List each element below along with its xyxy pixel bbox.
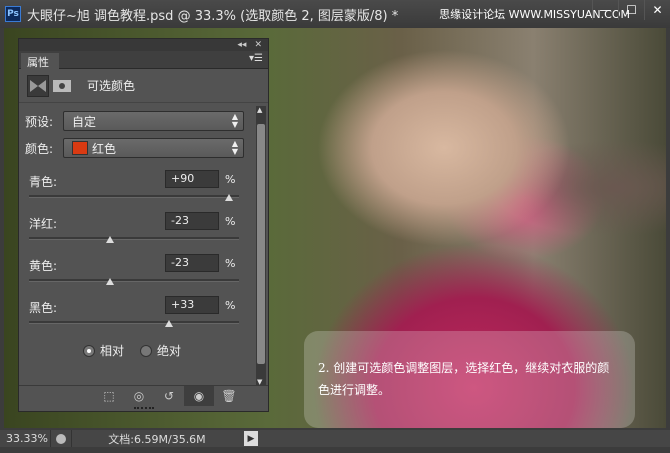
color-label: 颜色: — [25, 141, 54, 156]
absolute-radio[interactable]: 绝对 — [140, 342, 181, 359]
slider-track[interactable] — [29, 195, 239, 198]
minimize-button[interactable]: — — [592, 0, 618, 20]
adjustment-icon[interactable] — [27, 74, 49, 97]
collapse-panel-button[interactable]: ◂◂ — [237, 40, 246, 50]
select-arrows-icon: ▲ ▼ — [231, 139, 238, 156]
resize-grip[interactable] — [134, 407, 154, 410]
percent-label: % — [225, 257, 236, 270]
zoom-level[interactable]: 33.33% — [0, 432, 50, 445]
slider-value-input[interactable]: -23 — [165, 212, 219, 230]
maximize-button[interactable]: ☐ — [618, 0, 644, 20]
percent-label: % — [225, 173, 236, 186]
slider-label: 黑色: — [29, 301, 58, 315]
preset-select[interactable]: 自定 ▲ ▼ — [63, 111, 244, 131]
tab-properties[interactable]: 属性 — [21, 53, 59, 70]
relative-radio[interactable]: 相对 — [83, 342, 124, 359]
adjustment-title: 可选颜色 — [87, 79, 136, 93]
document-title: 大眼仔~旭 调色教程.psd @ 33.3% (选取颜色 2, 图层蒙版/8) … — [27, 8, 399, 24]
delete-icon[interactable]: 🗑 — [214, 389, 244, 403]
document-size: 文档:6.59M/35.6M — [108, 432, 206, 446]
panel-scrollbar[interactable]: ▲ ▼ — [256, 106, 266, 386]
absolute-label: 绝对 — [157, 344, 182, 358]
close-panel-button[interactable]: ✕ — [254, 40, 262, 50]
status-bar: 33.33% 文档:6.59M/35.6M ▶ — [0, 430, 670, 447]
close-button[interactable]: ✕ — [644, 0, 670, 20]
color-swatch — [72, 141, 88, 155]
slider-track[interactable] — [29, 321, 239, 324]
slider-label: 青色: — [29, 175, 58, 189]
slider-thumb[interactable] — [224, 194, 233, 201]
reset-icon[interactable]: ↺ — [154, 389, 184, 403]
slider-track[interactable] — [29, 279, 239, 282]
title-bar: Ps 大眼仔~旭 调色教程.psd @ 33.3% (选取颜色 2, 图层蒙版/… — [0, 0, 670, 28]
percent-label: % — [225, 299, 236, 312]
color-select[interactable]: 红色 ▲ ▼ — [63, 138, 244, 158]
properties-panel: ◂◂ ✕ 属性 ▾☰ 可选颜色 预设: 自定 ▲ ▼ 颜色: 红色 ▲ ▼ 青色: +9… — [18, 38, 269, 412]
slider-value-input[interactable]: +33 — [165, 296, 219, 314]
relative-label: 相对 — [100, 344, 125, 358]
status-info-icon[interactable] — [50, 430, 72, 447]
slider-thumb[interactable] — [164, 320, 173, 327]
slider-value-input[interactable]: +90 — [165, 170, 219, 188]
preset-label: 预设: — [25, 114, 54, 129]
slider-thumb[interactable] — [105, 278, 114, 285]
slider-label: 黄色: — [29, 259, 58, 273]
percent-label: % — [225, 215, 236, 228]
color-value: 红色 — [92, 141, 117, 156]
select-arrows-icon: ▲ ▼ — [231, 112, 238, 129]
slider-label: 洋红: — [29, 217, 58, 231]
slider-thumb[interactable] — [105, 236, 114, 243]
slider-track[interactable] — [29, 237, 239, 240]
view-previous-state-icon[interactable]: ◎ — [124, 389, 154, 403]
mask-icon[interactable] — [53, 79, 71, 92]
photoshop-logo-icon: Ps — [5, 6, 21, 22]
panel-menu-icon[interactable]: ▾☰ — [249, 53, 263, 64]
clip-to-layer-icon[interactable]: ⬚ — [94, 389, 124, 403]
preset-value: 自定 — [72, 114, 97, 129]
status-menu-arrow[interactable]: ▶ — [244, 431, 258, 446]
caption-text: 2. 创建可选颜色调整图层，选择红色，继续对衣服的颜色进行调整。 — [304, 331, 635, 428]
slider-value-input[interactable]: -23 — [165, 254, 219, 272]
visibility-eye-icon[interactable]: ◉ — [184, 385, 214, 406]
